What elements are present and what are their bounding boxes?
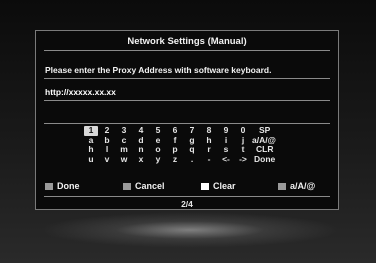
key-hyphen[interactable]: -: [202, 154, 216, 165]
proxy-address-input[interactable]: http://xxxxx.xx.xx: [45, 87, 116, 97]
divider: [44, 100, 330, 101]
key-w[interactable]: w: [117, 154, 131, 165]
key-cursor-left[interactable]: <-: [219, 154, 233, 165]
keyboard-row: u v w x y z . - <- -> Done: [84, 154, 294, 165]
divider: [44, 123, 330, 124]
clear-label: Clear: [213, 181, 236, 191]
white-button-icon: [201, 182, 209, 190]
done-button[interactable]: Done: [45, 181, 80, 191]
mode-label: a/A/@: [290, 181, 316, 191]
key-z[interactable]: z: [168, 154, 182, 165]
divider: [44, 196, 330, 197]
network-settings-dialog: Network Settings (Manual) Please enter t…: [35, 30, 339, 210]
mode-toggle-button[interactable]: a/A/@: [278, 181, 315, 191]
page-indicator: 2/4: [181, 199, 193, 209]
cancel-button[interactable]: Cancel: [123, 181, 165, 191]
clear-button[interactable]: Clear: [201, 181, 236, 191]
cancel-label: Cancel: [135, 181, 165, 191]
done-label: Done: [57, 181, 80, 191]
software-keyboard: 1 2 3 4 5 6 7 8 9 0 SP a b c d e f g h i…: [84, 125, 294, 165]
key-done[interactable]: Done: [254, 154, 290, 165]
key-x[interactable]: x: [134, 154, 148, 165]
instruction-text: Please enter the Proxy Address with soft…: [45, 65, 272, 75]
divider: [44, 50, 330, 51]
key-v[interactable]: v: [100, 154, 114, 165]
gray-button-icon: [278, 182, 286, 190]
key-u[interactable]: u: [84, 154, 98, 165]
tv-screen: Network Settings (Manual) Please enter t…: [0, 0, 376, 263]
key-period[interactable]: .: [185, 154, 199, 165]
floor-glow: [40, 212, 340, 248]
action-bar: Done Cancel Clear a/A/@: [45, 181, 331, 193]
gray-button-icon: [123, 182, 131, 190]
divider: [44, 78, 330, 79]
key-y[interactable]: y: [151, 154, 165, 165]
gray-button-icon: [45, 182, 53, 190]
dialog-title: Network Settings (Manual): [127, 36, 247, 47]
key-cursor-right[interactable]: ->: [236, 154, 250, 165]
